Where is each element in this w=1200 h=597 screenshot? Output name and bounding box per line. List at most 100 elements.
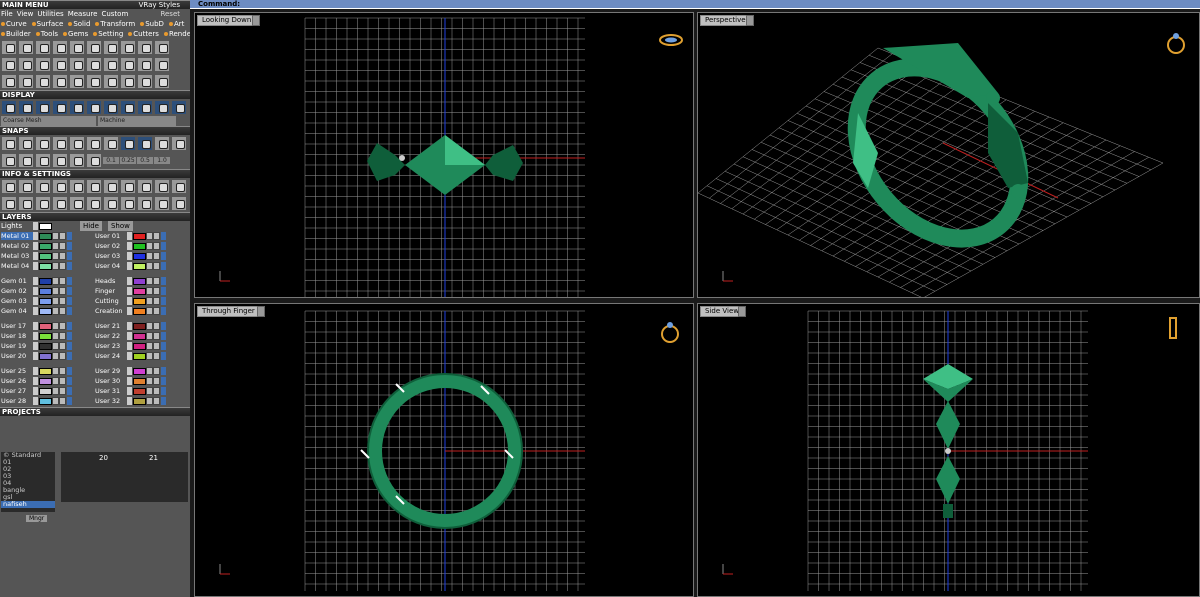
layer-color-swatch[interactable] [39, 322, 52, 330]
layer-toggle-icon[interactable] [59, 242, 66, 250]
layer-toggle-icon[interactable] [59, 277, 66, 285]
layer-name[interactable]: User 18 [1, 332, 33, 340]
layer-color-swatch[interactable] [133, 242, 146, 250]
layer-toggle-icon[interactable] [153, 387, 160, 395]
layer-visibility-icon[interactable] [67, 377, 72, 385]
layer-toggle-icon[interactable] [153, 297, 160, 305]
layer-toggle-icon[interactable] [59, 297, 66, 305]
tool-icon[interactable] [154, 57, 170, 72]
tool-icon[interactable] [1, 57, 17, 72]
tool-icon[interactable] [137, 57, 153, 72]
tool-icon[interactable] [69, 57, 85, 72]
viewport-looking-down[interactable]: Looking Down [194, 12, 694, 298]
menu-view[interactable]: View [17, 9, 34, 19]
layer-toggle-icon[interactable] [153, 377, 160, 385]
material-select[interactable]: Machine [98, 116, 176, 126]
layer-row[interactable]: User 04 [95, 261, 166, 271]
snap-value-3[interactable]: 0.5 [137, 157, 153, 164]
layer-visibility-icon[interactable] [161, 252, 166, 260]
layer-color-swatch[interactable] [39, 342, 52, 350]
snap-value-1[interactable]: 0.1 [103, 157, 119, 164]
layer-visibility-icon[interactable] [67, 242, 72, 250]
tool-icon[interactable] [86, 57, 102, 72]
lock-icon[interactable] [146, 307, 153, 315]
layer-toggle-icon[interactable] [59, 262, 66, 270]
lock-icon[interactable] [52, 277, 59, 285]
tool-icon[interactable] [86, 136, 102, 151]
layer-name[interactable]: Heads [95, 277, 127, 285]
layer-visibility-icon[interactable] [161, 397, 166, 405]
layer-name[interactable]: Gem 01 [1, 277, 33, 285]
tool-icon[interactable] [18, 57, 34, 72]
layer-arrow[interactable] [127, 232, 132, 240]
layer-row[interactable]: User 30 [95, 376, 166, 386]
snap-value-2[interactable]: 0.25 [120, 157, 136, 164]
tool-icon[interactable] [103, 57, 119, 72]
layer-color-swatch[interactable] [39, 387, 52, 395]
layer-color-swatch[interactable] [133, 332, 146, 340]
layer-name[interactable]: Cutting [95, 297, 127, 305]
layer-name[interactable]: User 26 [1, 377, 33, 385]
layer-arrow[interactable] [127, 297, 132, 305]
tool-icon[interactable] [120, 196, 136, 211]
layer-row[interactable]: User 31 [95, 386, 166, 396]
layer-arrow[interactable] [127, 377, 132, 385]
layer-color-swatch[interactable] [39, 307, 52, 315]
tool-icon[interactable] [86, 40, 102, 55]
layer-row[interactable]: Gem 03 [1, 296, 72, 306]
layer-arrow[interactable] [33, 342, 38, 350]
tool-icon[interactable] [103, 136, 119, 151]
layer-row[interactable]: User 28 [1, 396, 72, 406]
lock-icon[interactable] [146, 287, 153, 295]
layer-visibility-icon[interactable] [161, 377, 166, 385]
layer-row[interactable]: User 01 [95, 231, 166, 241]
layer-arrow[interactable] [127, 332, 132, 340]
layer-name[interactable]: User 32 [95, 397, 127, 405]
tool-icon[interactable] [154, 40, 170, 55]
category-setting[interactable]: Setting [93, 30, 123, 38]
lock-icon[interactable] [146, 232, 153, 240]
layer-color-swatch[interactable] [39, 352, 52, 360]
tool-icon[interactable] [1, 136, 17, 151]
tool-icon[interactable] [35, 40, 51, 55]
tool-icon[interactable] [137, 196, 153, 211]
layer-row[interactable]: User 02 [95, 241, 166, 251]
tool-icon[interactable] [35, 57, 51, 72]
layer-visibility-icon[interactable] [161, 277, 166, 285]
slot-20[interactable]: 20 [99, 454, 108, 462]
layer-row[interactable]: User 27 [1, 386, 72, 396]
tool-icon[interactable] [1, 179, 17, 194]
layer-color-swatch[interactable] [133, 377, 146, 385]
tool-icon[interactable] [154, 100, 170, 115]
layer-visibility-icon[interactable] [67, 397, 72, 405]
layer-row[interactable]: Gem 04 [1, 306, 72, 316]
category-cutters[interactable]: Cutters [128, 30, 159, 38]
layer-color-swatch[interactable] [133, 252, 146, 260]
layer-toggle-icon[interactable] [59, 332, 66, 340]
layer-arrow[interactable] [127, 352, 132, 360]
layer-toggle-icon[interactable] [59, 367, 66, 375]
tool-icon[interactable] [18, 136, 34, 151]
layer-toggle-icon[interactable] [153, 342, 160, 350]
chevron-down-icon[interactable] [738, 306, 746, 317]
lock-icon[interactable] [52, 252, 59, 260]
layer-color-swatch[interactable] [39, 277, 52, 285]
layer-toggle-icon[interactable] [153, 367, 160, 375]
layer-toggle-icon[interactable] [153, 322, 160, 330]
layer-name[interactable]: User 24 [95, 352, 127, 360]
layer-name[interactable]: Gem 04 [1, 307, 33, 315]
lock-icon[interactable] [146, 297, 153, 305]
layer-color-swatch[interactable] [39, 367, 52, 375]
layer-row[interactable]: User 24 [95, 351, 166, 361]
tool-icon[interactable] [69, 40, 85, 55]
layer-arrow[interactable] [33, 297, 38, 305]
lock-icon[interactable] [146, 397, 153, 405]
layer-color-swatch[interactable] [133, 232, 146, 240]
tool-icon[interactable] [52, 196, 68, 211]
category-render[interactable]: Render [163, 30, 190, 38]
layer-visibility-icon[interactable] [67, 332, 72, 340]
layer-color-swatch[interactable] [133, 342, 146, 350]
tool-icon[interactable] [69, 179, 85, 194]
layer-arrow[interactable] [127, 242, 132, 250]
layer-name[interactable]: Metal 01 [1, 232, 33, 240]
